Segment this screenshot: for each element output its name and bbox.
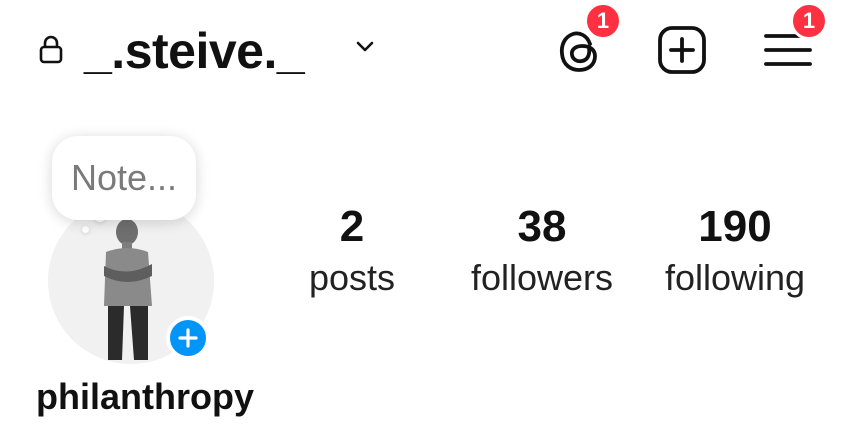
profile-avatar-container bbox=[48, 198, 214, 364]
username[interactable]: _.steive._ bbox=[84, 16, 305, 86]
lock-icon bbox=[39, 35, 63, 64]
posts-count: 2 bbox=[339, 202, 365, 251]
note-placeholder: Note... bbox=[70, 157, 178, 198]
following-label: following bbox=[664, 257, 806, 298]
following-stat[interactable]: 190 following bbox=[650, 198, 820, 300]
profile-display-name: philanthropy bbox=[36, 376, 254, 417]
create-icon[interactable] bbox=[656, 24, 708, 76]
followers-label: followers bbox=[470, 257, 614, 298]
followers-count: 38 bbox=[517, 202, 567, 251]
menu-notification-badge: 1 bbox=[790, 2, 828, 40]
threads-notification-badge: 1 bbox=[584, 2, 622, 40]
followers-stat[interactable]: 38 followers bbox=[458, 198, 626, 300]
add-story-button[interactable] bbox=[166, 316, 210, 360]
following-count: 190 bbox=[698, 202, 772, 251]
note-bubble-tail-small bbox=[82, 226, 89, 233]
posts-label: posts bbox=[308, 257, 396, 298]
chevron-down-icon[interactable] bbox=[354, 38, 376, 54]
add-story-icon bbox=[178, 328, 198, 348]
note-bubble[interactable]: Note... bbox=[52, 136, 196, 220]
posts-stat[interactable]: 2 posts bbox=[294, 198, 410, 300]
profile-header: _.steive._ 1 1 bbox=[0, 0, 858, 110]
